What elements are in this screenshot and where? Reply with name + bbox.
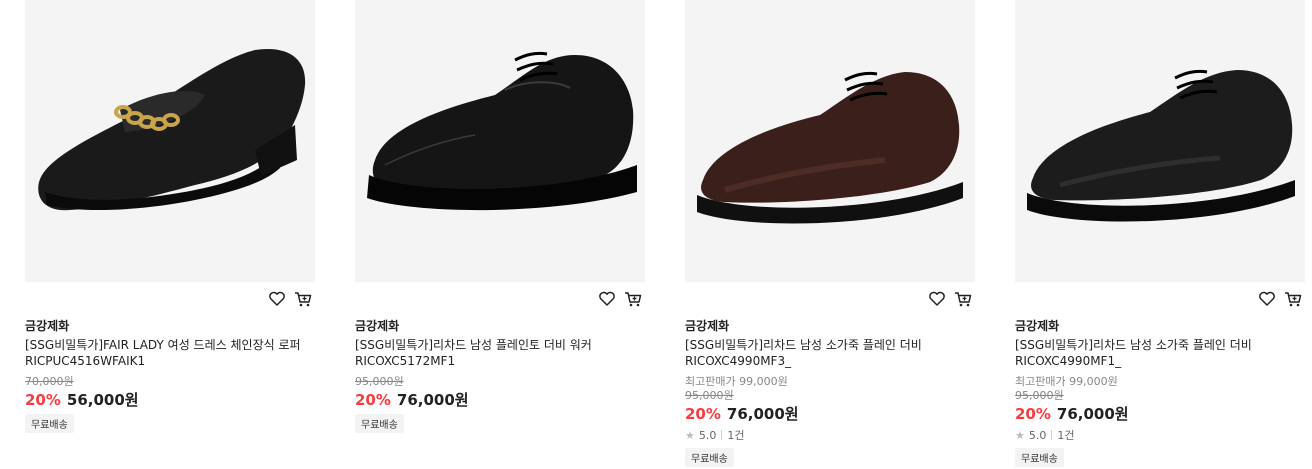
divider (1051, 430, 1053, 440)
black-derby-image (1027, 69, 1295, 222)
discount-rate: 20% (355, 391, 391, 409)
heart-icon[interactable] (1257, 289, 1277, 309)
product-card[interactable]: 금강제화 [SSG비밀특가]리차드 남성 플레인토 더비 워커 RICOXC51… (355, 0, 645, 433)
shipping-badge: 무료배송 (355, 414, 404, 433)
shipping-badge: 무료배송 (685, 448, 734, 467)
product-title[interactable]: [SSG비밀특가]리차드 남성 플레인토 더비 워커 RICOXC5172MF1 (355, 337, 635, 369)
cart-icon[interactable] (623, 289, 643, 309)
brand-name[interactable]: 금강제화 (685, 317, 729, 334)
cart-icon[interactable] (293, 289, 313, 309)
brand-name[interactable]: 금강제화 (25, 317, 69, 334)
product-image[interactable] (355, 0, 645, 282)
discount-rate: 20% (1015, 405, 1051, 423)
price-row: 20% 76,000원 (355, 389, 469, 410)
product-image[interactable] (1015, 0, 1305, 282)
product-grid: 금강제화 [SSG비밀특가]FAIR LADY 여성 드레스 체인장식 로퍼 R… (0, 0, 1312, 469)
sale-price: 76,000원 (1056, 405, 1129, 423)
original-price: 70,000원 (25, 375, 74, 388)
brown-derby-image (697, 71, 963, 224)
heart-icon[interactable] (927, 289, 947, 309)
star-icon: ★ (685, 428, 695, 442)
heart-icon[interactable] (267, 289, 287, 309)
heart-icon[interactable] (597, 289, 617, 309)
price-row: 20% 76,000원 (685, 403, 799, 424)
cart-icon[interactable] (953, 289, 973, 309)
original-price: 95,000원 (685, 389, 734, 402)
star-icon: ★ (1015, 428, 1025, 442)
review-count: 1건 (727, 429, 745, 442)
loafer-image (38, 48, 306, 211)
sale-price: 76,000원 (396, 391, 469, 409)
rating-row: ★ 5.0 1건 (1015, 427, 1075, 443)
product-title[interactable]: [SSG비밀특가]FAIR LADY 여성 드레스 체인장식 로퍼 RICPUC… (25, 337, 305, 369)
product-image[interactable] (685, 0, 975, 282)
product-card[interactable]: 금강제화 [SSG비밀특가]리차드 남성 소가죽 플레인 더비 RICOXC49… (685, 0, 975, 467)
cart-icon[interactable] (1283, 289, 1303, 309)
shipping-badge: 무료배송 (25, 414, 74, 433)
shipping-badge: 무료배송 (1015, 448, 1064, 467)
derby-walker-image (367, 51, 637, 211)
product-image[interactable] (25, 0, 315, 282)
rating-score: 5.0 (1028, 428, 1047, 442)
brand-name[interactable]: 금강제화 (1015, 317, 1059, 334)
rating-row: ★ 5.0 1건 (685, 427, 745, 443)
review-count: 1건 (1057, 429, 1075, 442)
price-row: 20% 76,000원 (1015, 403, 1129, 424)
sale-price: 56,000원 (66, 391, 139, 409)
product-title[interactable]: [SSG비밀특가]리차드 남성 소가죽 플레인 더비 RICOXC4990MF3… (685, 337, 965, 369)
sale-price: 76,000원 (726, 405, 799, 423)
brand-name[interactable]: 금강제화 (355, 317, 399, 334)
price-row: 20% 56,000원 (25, 389, 139, 410)
original-price: 95,000원 (355, 375, 404, 388)
discount-rate: 20% (25, 391, 61, 409)
discount-rate: 20% (685, 405, 721, 423)
rating-score: 5.0 (698, 428, 717, 442)
product-card[interactable]: 금강제화 [SSG비밀특가]리차드 남성 소가죽 플레인 더비 RICOXC49… (1015, 0, 1305, 467)
product-card[interactable]: 금강제화 [SSG비밀특가]FAIR LADY 여성 드레스 체인장식 로퍼 R… (25, 0, 315, 433)
divider (721, 430, 723, 440)
product-title[interactable]: [SSG비밀특가]리차드 남성 소가죽 플레인 더비 RICOXC4990MF1… (1015, 337, 1295, 369)
original-price: 95,000원 (1015, 389, 1064, 402)
